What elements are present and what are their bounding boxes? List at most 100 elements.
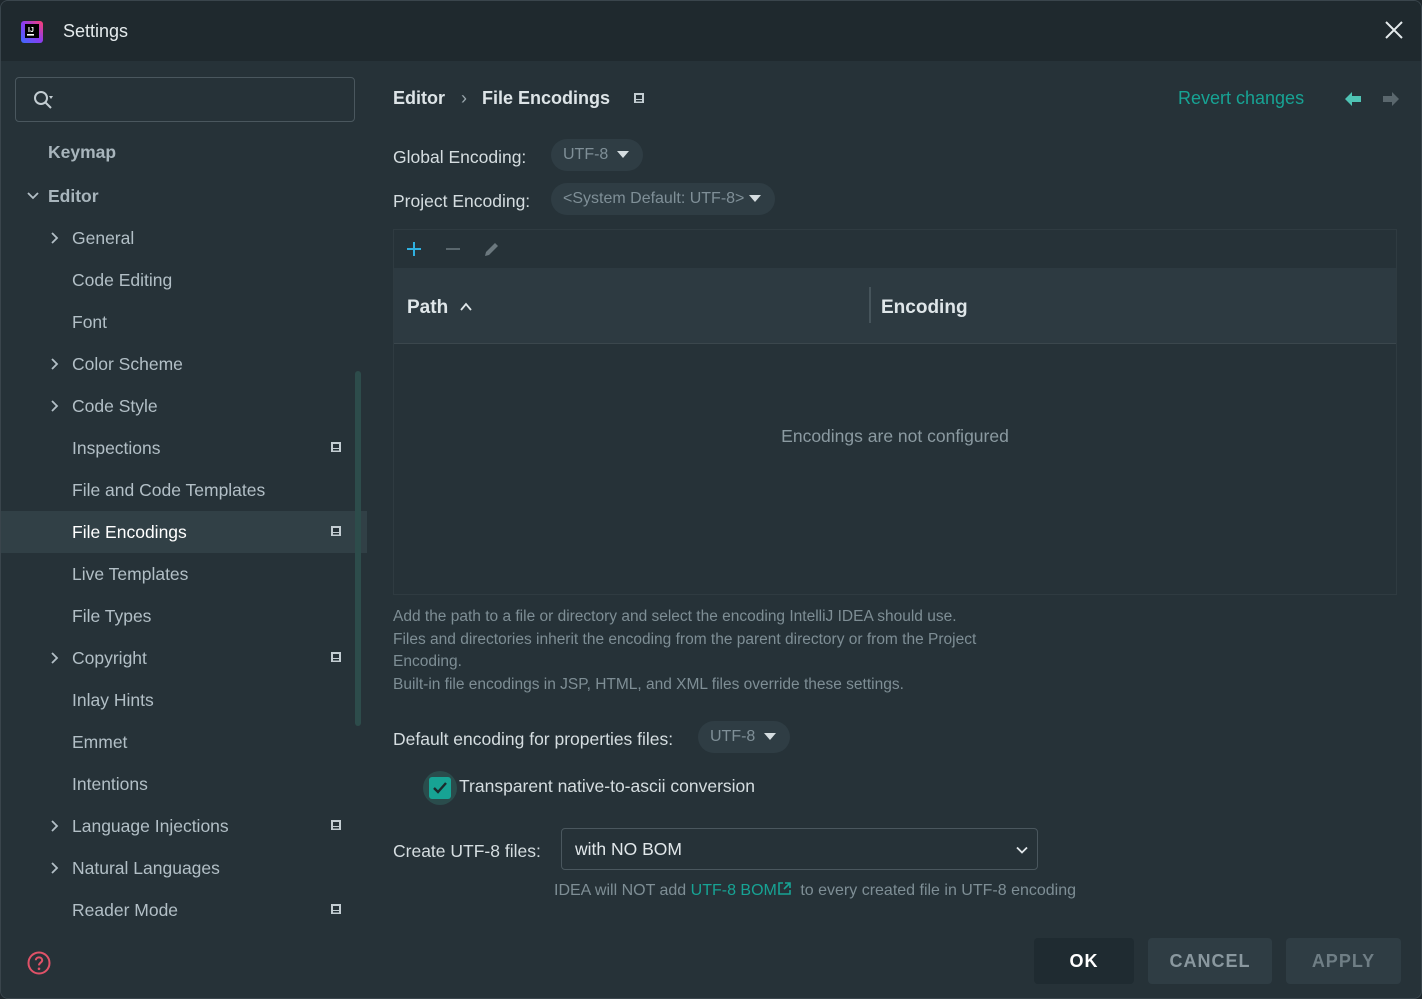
revert-changes-link[interactable]: Revert changes bbox=[1178, 88, 1304, 109]
sidebar-item-emmet[interactable]: Emmet bbox=[1, 721, 367, 763]
sidebar-item-file-encodings[interactable]: File Encodings bbox=[1, 511, 367, 553]
chevron-right-icon[interactable] bbox=[50, 651, 60, 665]
checkbox-box bbox=[429, 777, 451, 799]
properties-encoding-label: Default encoding for properties files: bbox=[393, 729, 674, 749]
cancel-button[interactable]: CANCEL bbox=[1148, 938, 1272, 984]
sidebar-item-label: General bbox=[72, 228, 135, 248]
sidebar-item-label: Editor bbox=[48, 186, 99, 206]
create-utf8-select[interactable]: with NO BOM bbox=[561, 828, 1038, 870]
project-level-badge-icon bbox=[331, 820, 341, 830]
sidebar-item-label: Code Style bbox=[72, 396, 158, 416]
sidebar-item-editor[interactable]: Editor bbox=[1, 175, 367, 217]
external-link-icon[interactable] bbox=[777, 881, 792, 896]
breadcrumb-current: File Encodings bbox=[482, 88, 611, 108]
sidebar-item-font[interactable]: Font bbox=[1, 301, 367, 343]
sidebar-item-reader-mode[interactable]: Reader Mode bbox=[1, 889, 367, 931]
sidebar-item-inlay-hints[interactable]: Inlay Hints bbox=[1, 679, 367, 721]
dropdown-arrow-icon bbox=[764, 733, 776, 740]
settings-content: Editor › File Encodings Revert changes G… bbox=[367, 61, 1421, 998]
apply-button[interactable]: APPLY bbox=[1286, 938, 1401, 984]
title-bar: IJ Settings bbox=[1, 1, 1421, 61]
settings-sidebar: Keymap Editor General Code Editing Font Color… bbox=[1, 61, 367, 998]
sidebar-item-live-templates[interactable]: Live Templates bbox=[1, 553, 367, 595]
sidebar-item-label: Inspections bbox=[72, 438, 161, 458]
sidebar-item-label: Emmet bbox=[72, 732, 128, 752]
native-to-ascii-checkbox[interactable] bbox=[423, 771, 457, 805]
chevron-down-icon[interactable] bbox=[26, 191, 40, 201]
sidebar-item-label: Color Scheme bbox=[72, 354, 183, 374]
sidebar-item-file-types[interactable]: File Types bbox=[1, 595, 367, 637]
column-separator[interactable] bbox=[869, 287, 871, 323]
global-encoding-label: Global Encoding: bbox=[393, 147, 527, 167]
sidebar-item-label: Live Templates bbox=[72, 564, 189, 584]
window-title: Settings bbox=[63, 21, 129, 41]
sidebar-item-color-scheme[interactable]: Color Scheme bbox=[1, 343, 367, 385]
chevron-down-icon bbox=[1016, 846, 1028, 854]
sidebar-item-copyright[interactable]: Copyright bbox=[1, 637, 367, 679]
remove-icon[interactable] bbox=[443, 239, 463, 259]
hint-line: Built-in file encodings in JSP, HTML, an… bbox=[393, 676, 904, 694]
sort-ascending-icon bbox=[460, 302, 472, 311]
sidebar-item-file-and-code-templates[interactable]: File and Code Templates bbox=[1, 469, 367, 511]
table-header: Path Encoding bbox=[394, 268, 1396, 344]
dropdown-arrow-icon bbox=[749, 195, 761, 202]
utf8-bom-link[interactable]: UTF-8 BOM bbox=[691, 882, 777, 899]
global-encoding-value: UTF-8 bbox=[563, 146, 609, 163]
encoding-hint: Add the path to a file or directory and … bbox=[393, 606, 976, 697]
settings-dialog: IJ Settings Keymap Editor General Code Edit… bbox=[0, 0, 1422, 999]
hint-line: Encoding. bbox=[393, 653, 462, 671]
sidebar-item-label: Reader Mode bbox=[72, 900, 179, 920]
sidebar-item-label: File Types bbox=[72, 606, 152, 626]
sidebar-item-label: Copyright bbox=[72, 648, 147, 668]
sidebar-item-label: Intentions bbox=[72, 774, 148, 794]
create-utf8-value: with NO BOM bbox=[575, 839, 682, 859]
column-header-path[interactable]: Path bbox=[407, 297, 448, 319]
breadcrumb-editor[interactable]: Editor bbox=[393, 88, 445, 109]
add-icon[interactable] bbox=[404, 239, 424, 259]
sidebar-item-code-editing[interactable]: Code Editing bbox=[1, 259, 367, 301]
sidebar-item-label: Language Injections bbox=[72, 816, 229, 836]
intellij-logo-icon: IJ bbox=[21, 21, 43, 43]
sidebar-item-natural-languages[interactable]: Natural Languages bbox=[1, 847, 367, 889]
global-encoding-dropdown[interactable]: UTF-8 bbox=[551, 139, 643, 171]
dropdown-arrow-icon bbox=[617, 151, 629, 158]
table-empty-message: Encodings are not configured bbox=[781, 426, 1009, 446]
chevron-right-icon[interactable] bbox=[50, 861, 60, 875]
help-icon[interactable] bbox=[27, 951, 51, 975]
settings-search-field[interactable] bbox=[15, 77, 355, 122]
back-arrow-icon[interactable] bbox=[1344, 91, 1362, 107]
sidebar-item-label: Font bbox=[72, 312, 108, 332]
project-level-badge-icon bbox=[331, 904, 341, 914]
search-input[interactable] bbox=[68, 86, 338, 113]
sidebar-scrollbar[interactable] bbox=[355, 371, 361, 726]
sidebar-item-label: Code Editing bbox=[72, 270, 173, 290]
sidebar-item-inspections[interactable]: Inspections bbox=[1, 427, 367, 469]
project-encoding-label: Project Encoding: bbox=[393, 191, 531, 211]
close-icon[interactable] bbox=[1383, 19, 1405, 41]
project-encoding-dropdown[interactable]: <System Default: UTF-8> bbox=[551, 183, 775, 215]
native-to-ascii-label[interactable]: Transparent native-to-ascii conversion bbox=[459, 776, 755, 797]
chevron-right-icon[interactable] bbox=[50, 231, 60, 245]
search-icon bbox=[34, 91, 53, 109]
bom-note: IDEA will NOT add UTF-8 BOM to every cre… bbox=[554, 881, 1076, 900]
breadcrumb-separator: › bbox=[461, 88, 467, 108]
chevron-right-icon[interactable] bbox=[50, 819, 60, 833]
sidebar-item-label: File Encodings bbox=[72, 522, 187, 542]
bom-note-prefix: IDEA will NOT add bbox=[554, 882, 687, 899]
chevron-right-icon[interactable] bbox=[50, 399, 60, 413]
sidebar-item-keymap[interactable]: Keymap bbox=[1, 131, 367, 173]
sidebar-item-code-style[interactable]: Code Style bbox=[1, 385, 367, 427]
sidebar-item-general[interactable]: General bbox=[1, 217, 367, 259]
chevron-right-icon[interactable] bbox=[50, 357, 60, 371]
sidebar-item-intentions[interactable]: Intentions bbox=[1, 763, 367, 805]
forward-arrow-icon[interactable] bbox=[1382, 91, 1400, 107]
hint-line: Add the path to a file or directory and … bbox=[393, 608, 957, 625]
project-level-badge-icon bbox=[634, 93, 644, 103]
sidebar-item-language-injections[interactable]: Language Injections bbox=[1, 805, 367, 847]
project-encoding-value: <System Default: UTF-8> bbox=[563, 190, 745, 207]
column-header-encoding[interactable]: Encoding bbox=[881, 297, 968, 319]
svg-text:IJ: IJ bbox=[28, 27, 34, 34]
edit-icon[interactable] bbox=[482, 239, 502, 259]
ok-button[interactable]: OK bbox=[1034, 938, 1134, 984]
properties-encoding-dropdown[interactable]: UTF-8 bbox=[698, 721, 790, 753]
